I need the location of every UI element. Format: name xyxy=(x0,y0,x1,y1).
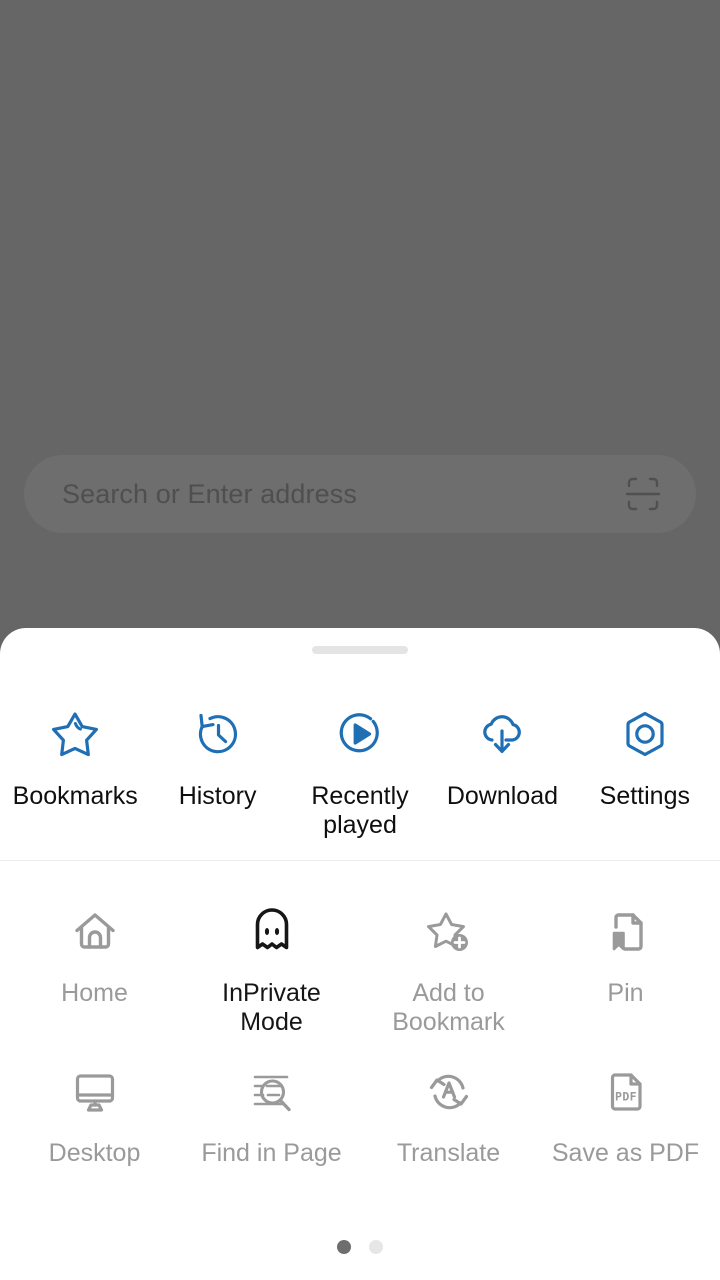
quick-actions-row: Bookmarks History Recently played Downlo… xyxy=(0,706,720,840)
sheet-pagination xyxy=(0,1240,720,1254)
quick-action-label: Download xyxy=(446,782,559,810)
tools-grid-row: Home InPrivate Mode Add to Bookmark Pin xyxy=(6,905,714,1037)
home-icon xyxy=(68,905,122,959)
tools-grid-row: Desktop Find in Page Translate PDF Save … xyxy=(6,1065,714,1168)
ghost-incognito-icon xyxy=(245,905,299,959)
quick-action-label: Settings xyxy=(599,782,690,810)
tool-desktop[interactable]: Desktop xyxy=(6,1065,183,1168)
quick-action-label: History xyxy=(178,782,257,810)
tool-home[interactable]: Home xyxy=(6,905,183,1037)
tool-inprivate-mode[interactable]: InPrivate Mode xyxy=(183,905,360,1037)
cloud-download-icon xyxy=(474,706,530,762)
star-bookmark-icon xyxy=(47,706,103,762)
hex-gear-icon xyxy=(617,706,673,762)
address-input[interactable]: Search or Enter address xyxy=(62,479,620,510)
sheet-drag-handle[interactable] xyxy=(312,646,408,654)
browser-menu-sheet: Bookmarks History Recently played Downlo… xyxy=(0,628,720,1280)
quick-action-recently-played[interactable]: Recently played xyxy=(289,706,431,840)
tool-find-in-page[interactable]: Find in Page xyxy=(183,1065,360,1168)
tool-translate[interactable]: Translate xyxy=(360,1065,537,1168)
tools-grid: Home InPrivate Mode Add to Bookmark Pin … xyxy=(0,905,720,1168)
tool-label: Translate xyxy=(396,1139,501,1167)
quick-action-download[interactable]: Download xyxy=(431,706,573,840)
pdf-file-icon: PDF xyxy=(599,1065,653,1119)
translate-icon xyxy=(422,1065,476,1119)
tool-label: InPrivate Mode xyxy=(222,979,321,1036)
address-bar[interactable]: Search or Enter address xyxy=(24,455,696,533)
quick-action-label: Bookmarks xyxy=(12,782,138,810)
page-dot-2[interactable] xyxy=(369,1240,383,1254)
page-dot-1[interactable] xyxy=(337,1240,351,1254)
section-divider xyxy=(0,860,720,861)
svg-text:PDF: PDF xyxy=(615,1090,637,1104)
tool-label: Pin xyxy=(607,979,644,1007)
pin-page-icon xyxy=(599,905,653,959)
tool-pin[interactable]: Pin xyxy=(537,905,714,1037)
phone-screen: Search or Enter address Bookmarks Histor… xyxy=(0,0,720,1280)
quick-action-label: Recently played xyxy=(311,782,409,839)
tool-label: Save as PDF xyxy=(551,1139,700,1167)
find-in-page-icon xyxy=(245,1065,299,1119)
quick-action-history[interactable]: History xyxy=(146,706,288,840)
quick-action-settings[interactable]: Settings xyxy=(574,706,716,840)
clock-history-icon xyxy=(190,706,246,762)
page-scrim[interactable]: Search or Enter address xyxy=(0,0,720,640)
star-plus-icon xyxy=(422,905,476,959)
tool-label: Desktop xyxy=(48,1139,141,1167)
play-circle-icon xyxy=(332,706,388,762)
tool-label: Home xyxy=(61,979,128,1007)
tool-label: Find in Page xyxy=(201,1139,342,1167)
tool-save-as-pdf[interactable]: PDF Save as PDF xyxy=(537,1065,714,1168)
quick-action-bookmarks[interactable]: Bookmarks xyxy=(4,706,146,840)
qr-scan-icon[interactable] xyxy=(620,471,666,517)
tool-label: Add to Bookmark xyxy=(392,979,505,1036)
desktop-monitor-icon xyxy=(68,1065,122,1119)
tool-add-to-bookmark[interactable]: Add to Bookmark xyxy=(360,905,537,1037)
